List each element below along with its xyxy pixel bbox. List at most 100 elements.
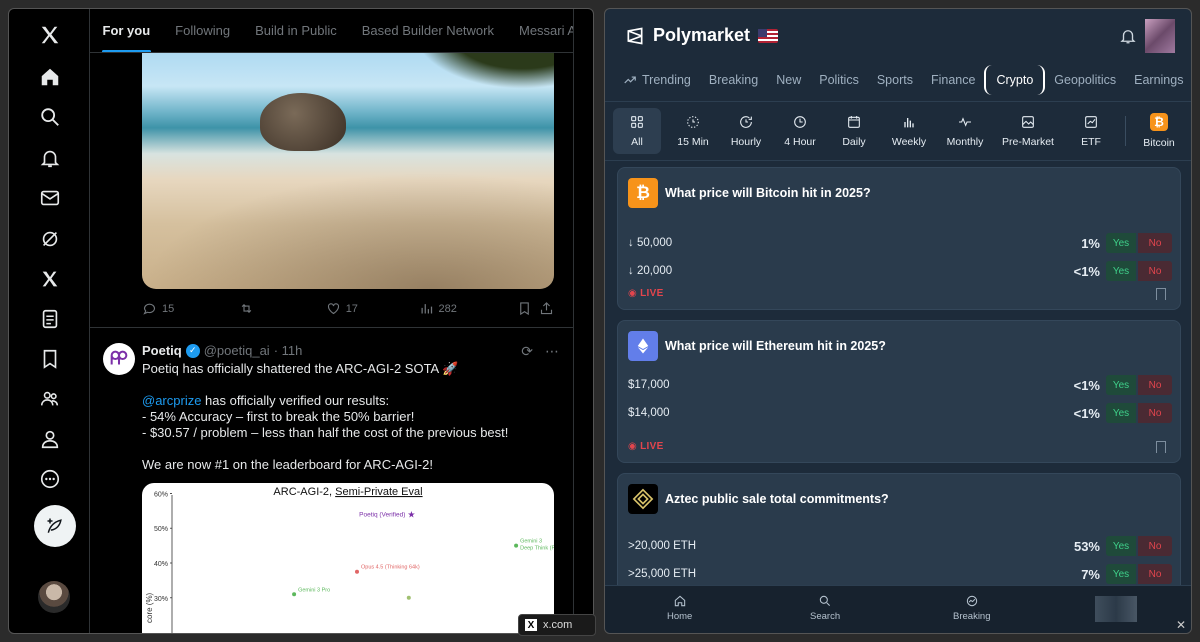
cat-breaking[interactable]: Breaking [700,73,767,87]
post-bullet-1: - 54% Accuracy – first to break the 50% … [142,409,415,424]
market-title[interactable]: What price will Ethereum hit in 2025? [665,339,886,353]
bitcoin-icon: ₿ [1150,113,1168,131]
no-button[interactable]: No [1138,261,1172,281]
address-pill[interactable]: X x.com [518,614,596,636]
market-bookmark-icon[interactable] [1156,288,1166,300]
post-actions: 15 17 282 [142,301,554,316]
mention-link[interactable]: @arcprize [142,393,201,408]
bookmark-icon [520,302,530,316]
filter-monthly[interactable]: Monthly [939,108,991,154]
tab-based-builder-network[interactable]: Based Builder Network [349,9,506,52]
no-button[interactable]: No [1138,375,1172,395]
cat-geopolitics[interactable]: Geopolitics [1045,73,1125,87]
communities-icon[interactable] [38,387,62,411]
market-row: ↓ 50,000 1% Yes No [628,233,1172,253]
pm-avatar[interactable] [1145,19,1175,53]
grok-explain-icon[interactable]: ⟳ [521,343,533,360]
close-window-icon[interactable]: ✕ [1176,618,1186,632]
profile-icon[interactable] [38,427,62,451]
market-bookmark-icon[interactable] [1156,441,1166,453]
no-button[interactable]: No [1138,233,1172,253]
views-bar-chart-icon [421,304,432,314]
arc-agi-scatter-chart: ARC-AGI-2, Semi-Private Eval 60% 50% 40% 30%… [145,486,554,633]
compose-post-button[interactable] [34,505,76,547]
filter-pre-market[interactable]: Pre-Market [999,108,1057,154]
no-button[interactable]: No [1138,536,1172,556]
author-name[interactable]: Poetiq [142,343,182,358]
market-row: >25,000 ETH 7% Yes No [628,564,1172,584]
more-circle-icon[interactable] [38,467,62,491]
market-card-bitcoin[interactable]: ₿ What price will Bitcoin hit in 2025? ↓… [617,167,1181,310]
tab-following[interactable]: Following [163,9,243,52]
nav-search[interactable]: Search [810,594,840,622]
lists-icon[interactable] [38,307,62,331]
cat-new[interactable]: New [767,73,810,87]
views-button[interactable]: 282 [419,301,518,316]
cat-trending[interactable]: Trending [605,73,700,87]
no-button[interactable]: No [1138,403,1172,423]
data-point-star: ★ [407,510,415,520]
market-title[interactable]: Aztec public sale total commitments? [665,492,889,506]
yes-button[interactable]: Yes [1106,536,1136,556]
poetiq-avatar[interactable] [103,343,135,375]
cat-politics[interactable]: Politics [810,73,868,87]
market-card-aztec[interactable]: Aztec public sale total commitments? >20… [617,473,1181,593]
repost-icon [241,303,252,314]
x-logo-icon[interactable] [38,23,62,47]
filter-15-min[interactable]: 15 Min [667,108,719,154]
filter-etf[interactable]: ETF [1065,108,1117,154]
yes-button[interactable]: Yes [1106,564,1136,584]
repost-button[interactable] [239,301,326,316]
filter-hourly[interactable]: Hourly [720,108,772,154]
nav-breaking[interactable]: Breaking [953,594,991,622]
chart-title-underlined: Semi-Private Eval [335,486,422,498]
clock-refresh-icon [740,116,752,128]
no-button[interactable]: No [1138,564,1172,584]
cat-finance[interactable]: Finance [922,73,984,87]
like-button[interactable]: 17 [326,301,419,316]
messages-envelope-icon[interactable] [38,186,62,210]
cat-sports[interactable]: Sports [868,73,922,87]
reply-button[interactable]: 15 [142,301,239,316]
cat-crypto[interactable]: Crypto [984,65,1046,95]
filter-4-hour[interactable]: 4 Hour [774,108,826,154]
tab-build-in-public[interactable]: Build in Public [243,9,350,52]
post-media-chart[interactable]: ARC-AGI-2, Semi-Private Eval 60% 50% 40% 30%… [142,483,554,633]
pm-bell-icon[interactable] [1119,27,1137,50]
us-flag-icon[interactable] [758,28,779,43]
filter-daily[interactable]: Daily [828,108,880,154]
nav-home[interactable]: Home [667,594,692,622]
trend-circle-icon [966,595,977,607]
post-media-beach-photo[interactable] [142,29,554,289]
filter-all[interactable]: All [613,108,661,154]
yes-button[interactable]: Yes [1106,375,1136,395]
bookmarks-icon[interactable] [38,347,62,371]
tab-for-you[interactable]: For you [90,9,163,52]
author-handle[interactable]: @poetiq_ai [204,343,270,358]
nav-avatar-blurred[interactable] [1095,596,1137,622]
reply-bubble-icon [143,303,156,315]
search-icon[interactable] [38,105,62,129]
filter-weekly[interactable]: Weekly [883,108,935,154]
pm-logo[interactable]: Polymarket [625,25,779,46]
grok-icon[interactable] [38,227,62,251]
share-button[interactable] [539,301,554,316]
bookmark-button[interactable] [517,301,539,316]
yes-button[interactable]: Yes [1106,233,1136,253]
market-title[interactable]: What price will Bitcoin hit in 2025? [665,186,871,200]
yes-button[interactable]: Yes [1106,261,1136,281]
tab-messari-ai[interactable]: Messari AI [506,9,573,52]
account-avatar[interactable] [38,581,70,613]
more-options-icon[interactable]: ⋯ [545,343,559,360]
premium-x-icon[interactable] [38,267,62,291]
cat-trending-label: Trending [642,73,691,87]
yes-button[interactable]: Yes [1106,403,1136,423]
filter-bitcoin[interactable]: ₿ Bitcoin [1133,108,1185,154]
cat-earnings[interactable]: Earnings [1125,73,1191,87]
home-icon[interactable] [38,65,62,89]
market-card-ethereum[interactable]: What price will Ethereum hit in 2025? $1… [617,320,1181,463]
outcome-label: ↓ 50,000 [628,237,673,249]
data-label: Deep Think (Preview) [520,546,554,552]
notifications-bell-icon[interactable] [38,146,62,170]
pm-categories: Trending Breaking New Politics Sports Fi… [605,63,1191,97]
